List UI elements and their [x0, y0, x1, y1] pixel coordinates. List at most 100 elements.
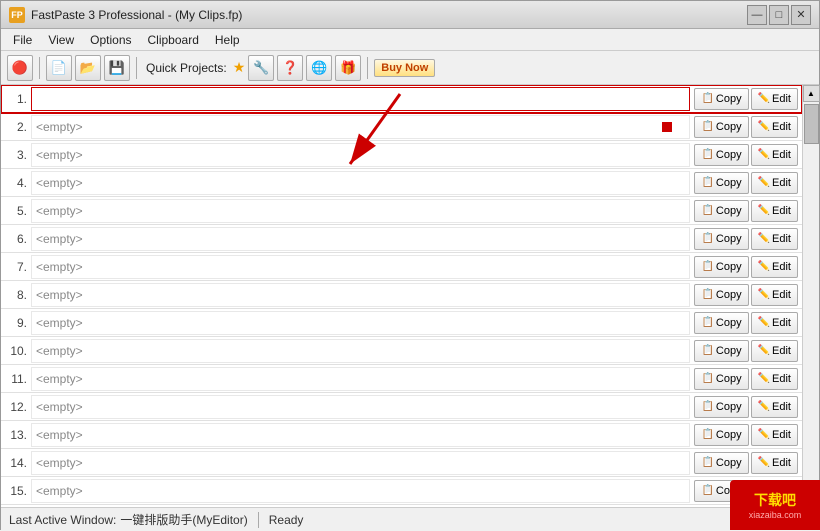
toolbar: 🔴 📄 📂 💾 Quick Projects: ★ 🔧 ❓ 🌐 🎁 Buy No…	[1, 51, 819, 85]
copy-button[interactable]: 📋 Copy	[694, 312, 748, 334]
watermark-text2: xiazaiba.com	[749, 510, 802, 520]
edit-button[interactable]: ✏️ Edit	[751, 396, 798, 418]
edit-button[interactable]: ✏️ Edit	[751, 200, 798, 222]
menu-item-options[interactable]: Options	[82, 30, 139, 50]
edit-button[interactable]: ✏️ Edit	[751, 144, 798, 166]
edit-button[interactable]: ✏️ Edit	[751, 340, 798, 362]
copy-button[interactable]: 📋 Copy	[694, 424, 748, 446]
clip-number: 13.	[1, 428, 31, 442]
clip-empty-label: <empty>	[31, 115, 690, 139]
edit-button[interactable]: ✏️ Edit	[751, 452, 798, 474]
row-buttons: 📋 Copy✏️ Edit	[690, 424, 802, 446]
clip-empty-label: <empty>	[31, 171, 690, 195]
row-buttons: 📋 Copy✏️ Edit	[690, 200, 802, 222]
row-buttons: 📋 Copy✏️ Edit	[690, 396, 802, 418]
quick-projects-label: Quick Projects:	[146, 61, 227, 75]
red-indicator	[662, 122, 672, 132]
clip-row: 3.<empty>📋 Copy✏️ Edit	[1, 141, 802, 169]
help-button[interactable]: ❓	[277, 55, 303, 81]
buy-now-button[interactable]: Buy Now	[374, 59, 435, 77]
copy-button[interactable]: 📋 Copy	[694, 284, 748, 306]
title-bar: FP FastPaste 3 Professional - (My Clips.…	[1, 1, 819, 29]
clip-row: 4.<empty>📋 Copy✏️ Edit	[1, 169, 802, 197]
copy-button[interactable]: 📋 Copy	[694, 256, 748, 278]
copy-button[interactable]: 📋 Copy	[694, 172, 748, 194]
clip-empty-label: <empty>	[31, 143, 690, 167]
clip-input[interactable]	[31, 87, 690, 111]
clip-number: 4.	[1, 176, 31, 190]
clip-empty-label: <empty>	[31, 339, 690, 363]
clip-number: 12.	[1, 400, 31, 414]
row-buttons: 📋 Copy✏️ Edit	[690, 88, 802, 110]
edit-button[interactable]: ✏️ Edit	[751, 88, 798, 110]
clip-number: 6.	[1, 232, 31, 246]
edit-button[interactable]: ✏️ Edit	[751, 116, 798, 138]
watermark-text1: 下载吧	[754, 490, 796, 510]
separator-3	[367, 57, 368, 79]
title-bar-left: FP FastPaste 3 Professional - (My Clips.…	[9, 7, 242, 23]
copy-button[interactable]: 📋 Copy	[694, 228, 748, 250]
maximize-button[interactable]: □	[769, 5, 789, 25]
edit-button[interactable]: ✏️ Edit	[751, 368, 798, 390]
row-buttons: 📋 Copy✏️ Edit	[690, 172, 802, 194]
scrollbar[interactable]: ▲ ▼	[802, 85, 819, 507]
menu-item-view[interactable]: View	[40, 30, 82, 50]
clip-row: 8.<empty>📋 Copy✏️ Edit	[1, 281, 802, 309]
clip-row: 12.<empty>📋 Copy✏️ Edit	[1, 393, 802, 421]
globe-button[interactable]: 🌐	[306, 55, 332, 81]
menu-bar: FileViewOptionsClipboardHelp	[1, 29, 819, 51]
scroll-thumb[interactable]	[804, 104, 819, 144]
active-window-value: 一键排版助手(MyEditor)	[120, 511, 247, 528]
edit-button[interactable]: ✏️ Edit	[751, 172, 798, 194]
new-button[interactable]: 📄	[46, 55, 72, 81]
scroll-up-button[interactable]: ▲	[803, 85, 820, 102]
row-buttons: 📋 Copy✏️ Edit	[690, 284, 802, 306]
clip-row: 7.<empty>📋 Copy✏️ Edit	[1, 253, 802, 281]
menu-item-file[interactable]: File	[5, 30, 40, 50]
copy-button[interactable]: 📋 Copy	[694, 368, 748, 390]
clip-empty-label: <empty>	[31, 451, 690, 475]
row-buttons: 📋 Copy✏️ Edit	[690, 340, 802, 362]
copy-button[interactable]: 📋 Copy	[694, 396, 748, 418]
back-button[interactable]: 🔴	[7, 55, 33, 81]
edit-button[interactable]: ✏️ Edit	[751, 284, 798, 306]
clip-number: 15.	[1, 484, 31, 498]
clip-row: 9.<empty>📋 Copy✏️ Edit	[1, 309, 802, 337]
clip-number: 9.	[1, 316, 31, 330]
copy-button[interactable]: 📋 Copy	[694, 144, 748, 166]
open-button[interactable]: 📂	[75, 55, 101, 81]
menu-item-help[interactable]: Help	[207, 30, 248, 50]
clip-row: 15.<empty>📋 Copy✏️ Edit	[1, 477, 802, 505]
copy-button[interactable]: 📋 Copy	[694, 200, 748, 222]
clip-row: 14.<empty>📋 Copy✏️ Edit	[1, 449, 802, 477]
copy-button[interactable]: 📋 Copy	[694, 88, 748, 110]
edit-button[interactable]: ✏️ Edit	[751, 312, 798, 334]
clip-number: 7.	[1, 260, 31, 274]
clip-row: 6.<empty>📋 Copy✏️ Edit	[1, 225, 802, 253]
copy-button[interactable]: 📋 Copy	[694, 452, 748, 474]
edit-button[interactable]: ✏️ Edit	[751, 256, 798, 278]
clip-list: 1.📋 Copy✏️ Edit2.<empty>📋 Copy✏️ Edit3.<…	[1, 85, 802, 507]
edit-button[interactable]: ✏️ Edit	[751, 228, 798, 250]
row-buttons: 📋 Copy✏️ Edit	[690, 452, 802, 474]
menu-item-clipboard[interactable]: Clipboard	[140, 30, 207, 50]
clip-empty-label: <empty>	[31, 423, 690, 447]
minimize-button[interactable]: —	[747, 5, 767, 25]
save-button[interactable]: 💾	[104, 55, 130, 81]
settings-button[interactable]: 🔧	[248, 55, 274, 81]
active-window-label: Last Active Window:	[9, 513, 116, 527]
copy-button[interactable]: 📋 Copy	[694, 116, 748, 138]
clip-row: 2.<empty>📋 Copy✏️ Edit	[1, 113, 802, 141]
row-buttons: 📋 Copy✏️ Edit	[690, 312, 802, 334]
clip-row: 11.<empty>📋 Copy✏️ Edit	[1, 365, 802, 393]
clip-empty-label: <empty>	[31, 227, 690, 251]
clip-empty-label: <empty>	[31, 283, 690, 307]
close-button[interactable]: ✕	[791, 5, 811, 25]
app-icon: FP	[9, 7, 25, 23]
row-buttons: 📋 Copy✏️ Edit	[690, 256, 802, 278]
gift-button[interactable]: 🎁	[335, 55, 361, 81]
edit-button[interactable]: ✏️ Edit	[751, 424, 798, 446]
status-separator	[258, 512, 259, 528]
copy-button[interactable]: 📋 Copy	[694, 340, 748, 362]
clip-number: 2.	[1, 120, 31, 134]
